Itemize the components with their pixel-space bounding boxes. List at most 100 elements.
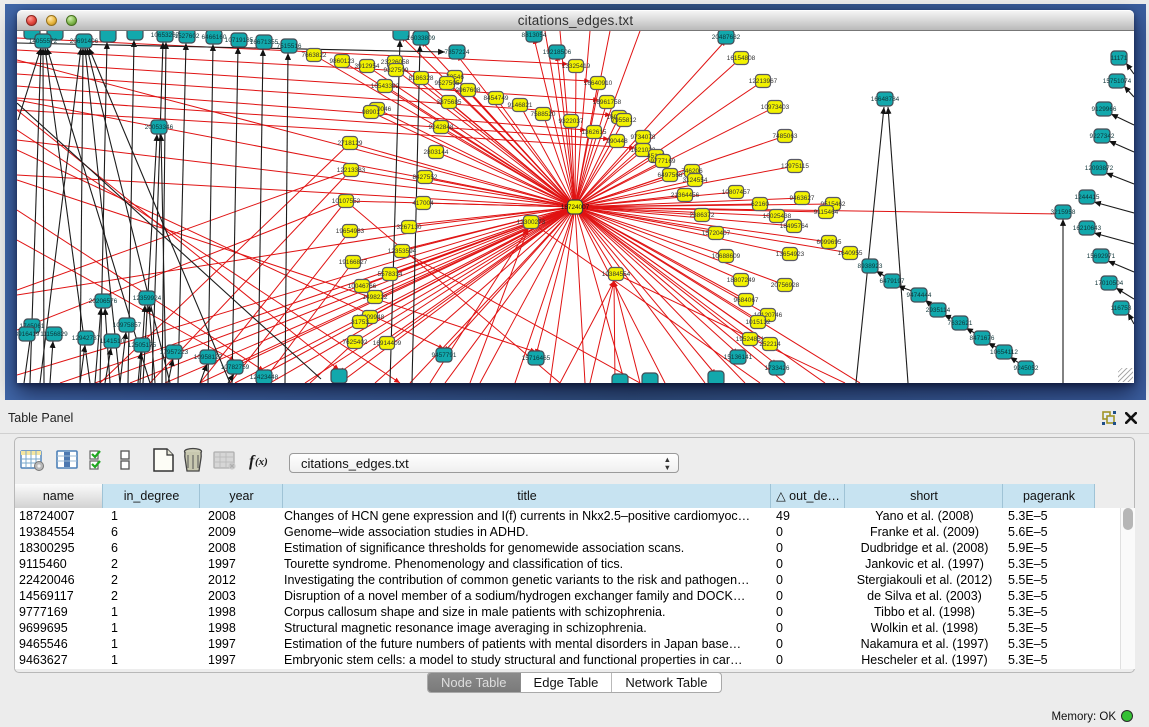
svg-text:9327509: 9327509 — [384, 67, 409, 74]
svg-text:6466160: 6466160 — [202, 34, 227, 41]
svg-text:7955812: 7955812 — [612, 117, 637, 124]
svg-text:20756928: 20756928 — [771, 282, 800, 289]
svg-text:3215958: 3215958 — [1051, 209, 1076, 216]
svg-text:19166827: 19166827 — [339, 259, 368, 266]
svg-text:252214: 252214 — [759, 341, 781, 348]
svg-text:7357224: 7357224 — [445, 49, 470, 56]
svg-text:10107552: 10107552 — [332, 198, 361, 205]
svg-text:20206576: 20206576 — [89, 298, 118, 305]
svg-text:9129966: 9129966 — [1092, 106, 1117, 113]
svg-text:17957223: 17957223 — [160, 349, 189, 356]
svg-text:9457791: 9457791 — [432, 352, 457, 359]
svg-text:20691406: 20691406 — [70, 38, 99, 45]
svg-text:10973403: 10973403 — [761, 104, 790, 111]
svg-text:15716465: 15716465 — [522, 355, 551, 362]
svg-text:3124554: 3124554 — [683, 177, 708, 184]
svg-text:2935114: 2935114 — [926, 307, 951, 314]
svg-text:12505175: 12505175 — [128, 342, 157, 349]
svg-text:1498222: 1498222 — [363, 294, 388, 301]
svg-text:7625402: 7625402 — [343, 339, 368, 346]
svg-text:10975857: 10975857 — [113, 322, 142, 329]
svg-text:9860123: 9860123 — [330, 58, 355, 65]
svg-text:10543382: 10543382 — [371, 83, 400, 90]
svg-text:417004: 417004 — [412, 200, 434, 207]
svg-text:1141510: 1141510 — [100, 338, 125, 345]
svg-text:17010504: 17010504 — [1095, 280, 1124, 287]
svg-text:10958127: 10958127 — [194, 354, 223, 361]
svg-text:9227342: 9227342 — [1090, 133, 1115, 140]
svg-text:(x): (x) — [255, 456, 268, 468]
svg-text:9684067: 9684067 — [734, 297, 759, 304]
svg-text:9734078: 9734078 — [631, 134, 656, 141]
svg-text:16671355: 16671355 — [250, 39, 279, 46]
svg-text:8471676: 8471676 — [970, 335, 995, 342]
svg-text:15136141: 15136141 — [724, 354, 753, 361]
svg-text:18724007: 18724007 — [561, 204, 590, 211]
svg-text:9245052: 9245052 — [1014, 365, 1039, 372]
svg-text:3875685: 3875685 — [437, 99, 462, 106]
svg-text:13325419: 13325419 — [562, 63, 591, 70]
svg-text:20053346: 20053346 — [145, 124, 174, 131]
svg-text:10046766: 10046766 — [348, 283, 377, 290]
svg-text:7632621: 7632621 — [948, 320, 973, 327]
svg-text:1362615: 1362615 — [582, 129, 607, 136]
svg-text:10807457: 10807457 — [722, 189, 751, 196]
svg-text:7485063: 7485063 — [773, 133, 798, 140]
svg-text:15692971: 15692971 — [1087, 253, 1116, 260]
svg-text:8454749: 8454749 — [484, 95, 509, 102]
svg-text:3267130: 3267130 — [397, 224, 422, 231]
svg-text:12359924: 12359924 — [133, 295, 162, 302]
svg-text:8938923: 8938923 — [858, 263, 883, 270]
svg-text:5578334: 5578334 — [378, 271, 403, 278]
svg-text:13654923: 13654923 — [776, 251, 805, 258]
svg-text:16210643: 16210643 — [1073, 225, 1102, 232]
svg-text:18495764: 18495764 — [780, 223, 809, 230]
svg-text:990448: 990448 — [606, 138, 628, 145]
svg-text:16640910: 16640910 — [584, 80, 613, 87]
svg-text:10654112: 10654112 — [990, 349, 1018, 356]
svg-text:12942737: 12942737 — [72, 335, 101, 342]
svg-text:7663822: 7663822 — [302, 52, 327, 59]
svg-text:8186328: 8186328 — [409, 75, 434, 82]
svg-text:13300273: 13300273 — [517, 219, 546, 226]
svg-text:10025438: 10025438 — [763, 213, 792, 220]
svg-text:6479197: 6479197 — [880, 278, 905, 285]
svg-text:16961758: 16961758 — [593, 99, 622, 106]
svg-text:1640955: 1640955 — [838, 250, 863, 257]
svg-text:16033809: 16033809 — [407, 35, 436, 42]
svg-text:9474444: 9474444 — [907, 292, 932, 299]
svg-text:9527505: 9527505 — [435, 80, 460, 87]
svg-text:1733426: 1733426 — [765, 365, 790, 372]
svg-text:16648784: 16648784 — [871, 96, 900, 103]
svg-text:116753: 116753 — [1111, 305, 1132, 312]
svg-text:31753: 31753 — [351, 319, 369, 326]
svg-text:7515516: 7515516 — [277, 43, 302, 50]
svg-text:11171: 11171 — [1111, 55, 1128, 62]
svg-text:15720407: 15720407 — [702, 230, 731, 237]
svg-text:12975115: 12975115 — [781, 163, 809, 170]
svg-text:19654983: 19654983 — [336, 228, 365, 235]
svg-text:9115464: 9115464 — [814, 209, 839, 216]
svg-text:2967608: 2967608 — [456, 87, 481, 94]
svg-text:6497568: 6497568 — [658, 172, 683, 179]
svg-text:9322037: 9322037 — [559, 118, 584, 125]
svg-text:9242848: 9242848 — [429, 124, 454, 131]
svg-text:19384554: 19384554 — [602, 271, 631, 278]
svg-text:1015132: 1015132 — [746, 319, 771, 326]
svg-text:10688609: 10688609 — [712, 253, 741, 260]
svg-text:16914409: 16914409 — [373, 340, 402, 347]
svg-text:8427552: 8427552 — [413, 174, 438, 181]
svg-text:3912954: 3912954 — [355, 63, 380, 70]
svg-text:12213967: 12213967 — [749, 78, 778, 85]
svg-text:21364456: 21364456 — [671, 192, 700, 199]
svg-text:9777169: 9777169 — [651, 158, 676, 165]
svg-text:62160: 62160 — [751, 201, 769, 208]
svg-text:3916419: 3916419 — [17, 331, 40, 338]
svg-text:12213383: 12213383 — [337, 167, 366, 174]
svg-text:14055572: 14055572 — [29, 38, 58, 45]
svg-text:20487682: 20487682 — [712, 34, 741, 41]
svg-text:7588520: 7588520 — [531, 111, 556, 118]
svg-text:18807249: 18807249 — [727, 277, 756, 284]
svg-text:2718129: 2718129 — [338, 140, 363, 147]
svg-text:12353594: 12353594 — [388, 248, 417, 255]
